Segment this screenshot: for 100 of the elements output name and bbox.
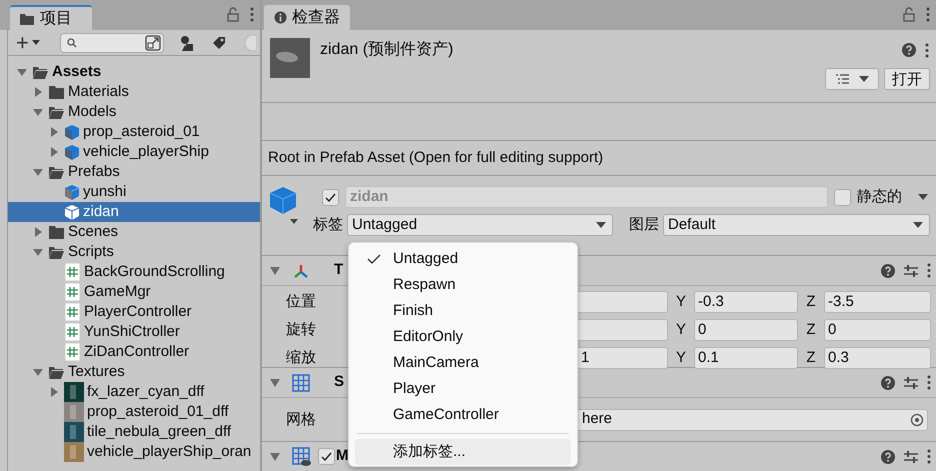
z-field[interactable]: 0.3 [824,347,931,369]
collapse-arrow-icon[interactable] [33,167,43,177]
list-dropdown-button[interactable] [825,68,879,90]
checkmark-icon [321,452,332,461]
collapse-arrow-icon[interactable] [33,247,43,257]
tree-item[interactable]: fx_lazer_cyan_dff [8,382,260,402]
expand-arrow-icon[interactable] [33,227,43,237]
shapes-icon[interactable] [180,34,194,50]
active-checkbox[interactable] [322,188,339,206]
list-icon [835,73,849,85]
presets-icon[interactable] [904,264,918,278]
inspector-tab[interactable]: 检查器 [264,5,350,30]
more-icon[interactable] [927,449,931,464]
tree-item[interactable]: prop_asteroid_01_dff [8,402,260,422]
caret-icon [913,222,923,228]
component-title: M [336,446,348,466]
expand-icon[interactable] [144,34,161,50]
expand-arrow-icon[interactable] [49,127,59,137]
expand-arrow-icon[interactable] [33,87,43,97]
expand-arrow-icon[interactable] [49,387,59,397]
more-icon[interactable] [926,7,930,22]
cube-icon [64,124,80,140]
enabled-checkbox[interactable] [318,448,335,465]
collapse-arrow-icon[interactable] [270,266,280,276]
item-label: yunshi [83,182,126,202]
tree-item[interactable]: BackGroundScrolling [8,262,260,282]
tag-dropdown[interactable]: Untagged [347,214,613,236]
collapse-arrow-icon[interactable] [33,367,43,377]
script-icon [64,343,81,361]
more-icon[interactable] [927,375,931,390]
more-icon[interactable] [927,263,931,278]
search-field[interactable] [60,32,164,52]
help-icon[interactable] [881,376,895,390]
presets-icon[interactable] [904,450,918,464]
y-field[interactable]: 0.1 [694,347,798,369]
prefab-thumbnail [270,38,310,78]
layer-dropdown[interactable]: Default [663,214,930,236]
collapse-arrow-icon[interactable] [33,107,43,117]
help-icon[interactable] [881,450,895,464]
project-tab[interactable]: 项目 [10,5,92,30]
item-label: vehicle_playerShip_oran [87,442,252,462]
item-label: prop_asteroid_01 [83,122,200,142]
item-label: Prefabs [68,162,120,182]
lock-icon[interactable] [226,7,240,22]
item-label: YunShiCtroller [84,322,180,342]
tag-icon[interactable] [212,36,226,50]
expand-arrow-icon[interactable] [49,147,59,157]
z-field[interactable]: 0 [824,319,931,341]
axes-icon [292,262,310,278]
open-folder-icon [48,244,65,260]
collapse-arrow-icon[interactable] [270,378,280,388]
item-label: PlayerController [84,302,192,322]
y-field[interactable]: 0 [694,319,798,341]
add-button[interactable]: + [14,32,42,54]
tree-item[interactable]: yunshi [8,182,260,202]
item-label: prop_asteroid_01_dff [87,402,229,422]
more-icon[interactable] [250,7,254,22]
collapse-arrow-icon[interactable] [17,67,27,77]
row-label: 旋转 [286,321,316,338]
folder-icon [48,84,65,100]
help-icon[interactable] [902,43,916,57]
cube-icon[interactable] [269,186,299,224]
add-tag-item[interactable]: 添加标签... [355,439,571,465]
menu-item[interactable]: Respawn [355,272,571,298]
script-icon [64,263,81,281]
tree-item[interactable]: vehicle_playerShip_oran [8,442,260,462]
grid-icon [292,374,310,392]
tree-item[interactable]: PlayerController [8,302,260,322]
y-field[interactable]: -0.3 [694,291,798,313]
item-label: ZiDanController [84,342,190,362]
tree-item[interactable]: GameMgr [8,282,260,302]
menu-item[interactable]: Player [355,376,571,402]
script-icon [64,283,81,301]
tree-item[interactable]: prop_asteroid_01 [8,122,260,142]
cube-icon [64,184,80,200]
open-button[interactable]: 打开 [884,68,930,90]
presets-icon[interactable] [904,376,918,390]
more-icon[interactable] [925,42,929,58]
open-folder-icon [48,364,65,380]
tree-item[interactable]: zidan [8,202,260,222]
tree-item[interactable]: ZiDanController [8,342,260,362]
tree-item[interactable]: vehicle_playerShip [8,142,260,162]
caret-icon [859,76,869,82]
item-label: BackGroundScrolling [84,262,225,282]
z-field[interactable]: -3.5 [824,291,931,313]
menu-item[interactable]: Untagged [355,246,571,272]
item-label: Models [68,102,116,122]
lock-icon[interactable] [902,7,916,22]
component-title: T [334,260,344,280]
static-checkbox[interactable] [834,188,851,206]
tree-item[interactable]: YunShiCtroller [8,322,260,342]
collapse-arrow-icon[interactable] [270,452,280,462]
tree-item[interactable]: tile_nebula_green_dff [8,422,260,442]
menu-item[interactable]: EditorOnly [355,324,571,350]
row-label: 网格 [286,410,316,428]
asset-title: zidan (预制件资产) [320,40,454,60]
caret-icon[interactable] [918,194,928,200]
object-picker-icon[interactable] [910,412,924,426]
menu-item[interactable]: Finish [355,298,571,324]
help-icon[interactable] [881,264,895,278]
